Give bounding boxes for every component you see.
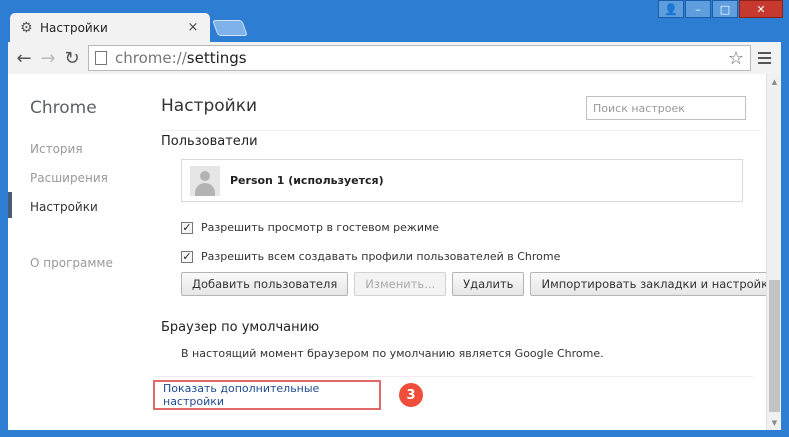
window-controls: 👤 – □ ✕ xyxy=(657,0,783,18)
delete-user-button[interactable]: Удалить xyxy=(452,272,525,296)
page-icon xyxy=(95,51,107,65)
toolbar: ← → ↻ chrome://settings ☆ xyxy=(8,42,781,74)
users-section-title: Пользователи xyxy=(161,134,258,149)
scroll-down-icon[interactable]: ▼ xyxy=(767,415,781,430)
close-button[interactable]: ✕ xyxy=(739,0,783,18)
create-profiles-label: Разрешить всем создавать профили пользов… xyxy=(201,250,561,263)
sidebar-item-about[interactable]: О программе xyxy=(30,256,113,270)
maximize-button[interactable]: □ xyxy=(712,0,738,18)
settings-main: Настройки Пользователи Person 1 (использ… xyxy=(153,74,781,430)
create-profiles-option: ✓ Разрешить всем создавать профили польз… xyxy=(181,250,560,263)
back-button[interactable]: ← xyxy=(12,46,36,70)
minimize-button[interactable]: – xyxy=(685,0,711,18)
window-bottom-border xyxy=(0,430,789,437)
advanced-settings-highlight: Показать дополнительные настройки xyxy=(153,380,381,410)
sidebar-item-settings[interactable]: Настройки xyxy=(30,200,98,214)
title-bar: ⚙ Настройки × 👤 – □ ✕ xyxy=(0,0,789,42)
divider xyxy=(153,376,753,377)
tab-close-icon[interactable]: × xyxy=(186,20,200,35)
guest-mode-checkbox[interactable]: ✓ xyxy=(181,221,193,234)
chrome-menu-icon[interactable] xyxy=(751,46,777,70)
tab-settings[interactable]: ⚙ Настройки × xyxy=(10,13,210,42)
sidebar-selection-indicator xyxy=(8,192,12,218)
user-icon[interactable]: 👤 xyxy=(658,0,684,18)
address-bar[interactable]: chrome://settings ☆ xyxy=(88,45,751,71)
show-advanced-settings-link[interactable]: Показать дополнительные настройки xyxy=(163,382,379,408)
default-browser-section-title: Браузер по умолчанию xyxy=(161,320,320,335)
users-button-row: Добавить пользователя Изменить... Удалит… xyxy=(181,272,781,296)
profile-name: Person 1 (используется) xyxy=(230,174,384,187)
page-content: Chrome История Расширения Настройки О пр… xyxy=(8,74,781,430)
tab-title: Настройки xyxy=(40,20,108,35)
default-browser-status: В настоящий момент браузером по умолчани… xyxy=(181,347,604,360)
import-bookmarks-button[interactable]: Импортировать закладки и настройки xyxy=(530,272,781,296)
reload-button[interactable]: ↻ xyxy=(60,46,84,70)
search-input[interactable] xyxy=(586,96,746,120)
edit-user-button[interactable]: Изменить... xyxy=(354,272,447,296)
forward-button[interactable]: → xyxy=(36,46,60,70)
url-host: settings xyxy=(186,49,247,67)
gear-icon: ⚙ xyxy=(20,19,33,36)
avatar xyxy=(190,165,220,196)
new-tab-button[interactable] xyxy=(212,20,248,36)
profile-list-item[interactable]: Person 1 (используется) xyxy=(181,159,743,202)
add-user-button[interactable]: Добавить пользователя xyxy=(181,272,349,296)
scrollbar[interactable]: ▲ ▼ xyxy=(766,74,781,430)
create-profiles-checkbox[interactable]: ✓ xyxy=(181,250,193,263)
sidebar-title: Chrome xyxy=(30,98,97,118)
scroll-thumb[interactable] xyxy=(769,280,780,412)
step-badge: 3 xyxy=(399,383,423,407)
url-scheme: chrome:// xyxy=(115,49,187,67)
scroll-up-icon[interactable]: ▲ xyxy=(767,74,781,89)
settings-sidebar: Chrome История Расширения Настройки О пр… xyxy=(8,74,153,430)
sidebar-item-history[interactable]: История xyxy=(30,142,83,156)
divider xyxy=(161,130,761,131)
guest-mode-option: ✓ Разрешить просмотр в гостевом режиме xyxy=(181,221,439,234)
sidebar-item-extensions[interactable]: Расширения xyxy=(30,171,108,185)
guest-mode-label: Разрешить просмотр в гостевом режиме xyxy=(201,221,440,234)
bookmark-star-icon[interactable]: ☆ xyxy=(728,48,744,69)
page-title: Настройки xyxy=(161,96,258,116)
